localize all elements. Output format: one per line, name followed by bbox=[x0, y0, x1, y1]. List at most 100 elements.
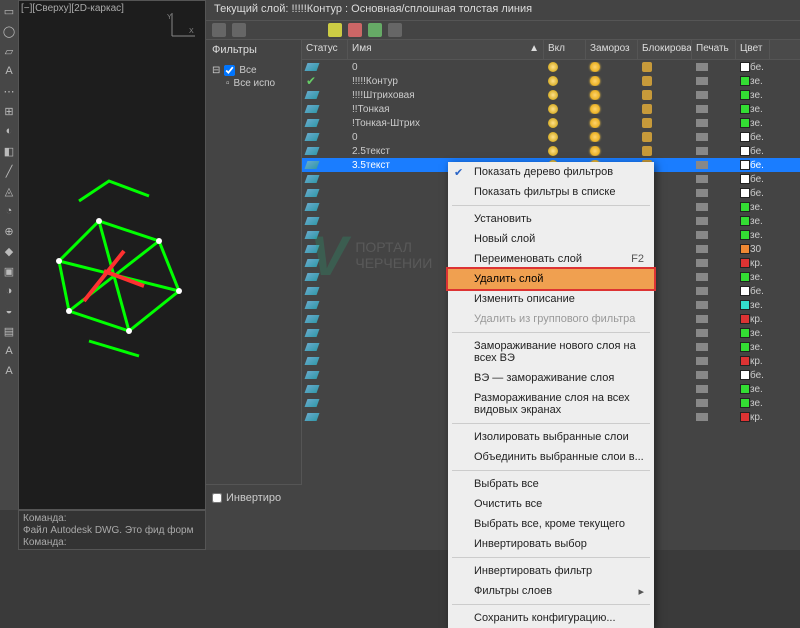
color-swatch[interactable] bbox=[740, 272, 750, 282]
sun-icon[interactable] bbox=[590, 104, 600, 114]
menu-item[interactable]: Изменить описание bbox=[448, 289, 654, 309]
tool-item[interactable]: ⋯ bbox=[2, 84, 16, 98]
color-swatch[interactable] bbox=[740, 412, 750, 422]
sun-icon[interactable] bbox=[590, 132, 600, 142]
table-row[interactable]: 2.5текст бе. bbox=[302, 144, 800, 158]
printer-icon[interactable] bbox=[696, 315, 708, 323]
menu-item[interactable]: Установить bbox=[448, 209, 654, 229]
col-lock[interactable]: Блокирова bbox=[638, 40, 692, 59]
printer-icon[interactable] bbox=[696, 161, 708, 169]
printer-icon[interactable] bbox=[696, 77, 708, 85]
color-swatch[interactable] bbox=[740, 328, 750, 338]
tool-item[interactable]: ◐ bbox=[2, 124, 16, 138]
color-swatch[interactable] bbox=[740, 370, 750, 380]
color-swatch[interactable] bbox=[740, 188, 750, 198]
menu-item[interactable]: Выбрать все bbox=[448, 474, 654, 494]
lock-icon[interactable] bbox=[642, 90, 652, 100]
menu-item[interactable]: Выбрать все, кроме текущего bbox=[448, 514, 654, 534]
tool-item[interactable]: ╱ bbox=[2, 164, 16, 178]
lock-icon[interactable] bbox=[642, 104, 652, 114]
tree-row-used[interactable]: ▫ Все испо bbox=[212, 77, 295, 90]
layer-icon[interactable] bbox=[388, 23, 402, 37]
menu-item[interactable]: ВЭ — замораживание слоя bbox=[448, 368, 654, 388]
menu-item[interactable]: Сохранить конфигурацию... bbox=[448, 608, 654, 628]
table-row[interactable]: !!!!Штриховая зе. bbox=[302, 88, 800, 102]
color-swatch[interactable] bbox=[740, 132, 750, 142]
color-swatch[interactable] bbox=[740, 216, 750, 226]
lock-icon[interactable] bbox=[642, 76, 652, 86]
color-swatch[interactable] bbox=[740, 258, 750, 268]
printer-icon[interactable] bbox=[696, 133, 708, 141]
new-layer-icon[interactable] bbox=[328, 23, 342, 37]
menu-item[interactable]: Объединить выбранные слои в... bbox=[448, 447, 654, 467]
bulb-icon[interactable] bbox=[548, 104, 558, 114]
color-swatch[interactable] bbox=[740, 384, 750, 394]
tool-item[interactable]: A bbox=[2, 364, 16, 378]
color-swatch[interactable] bbox=[740, 90, 750, 100]
color-swatch[interactable] bbox=[740, 230, 750, 240]
viewport[interactable]: [−][Сверху][2D-каркас] YX bbox=[18, 0, 206, 510]
tool-item[interactable]: ⊕ bbox=[2, 224, 16, 238]
tool-item[interactable]: ▱ bbox=[2, 44, 16, 58]
col-color[interactable]: Цвет bbox=[736, 40, 770, 59]
color-swatch[interactable] bbox=[740, 314, 750, 324]
bulb-icon[interactable] bbox=[548, 118, 558, 128]
printer-icon[interactable] bbox=[696, 63, 708, 71]
printer-icon[interactable] bbox=[696, 147, 708, 155]
tool-item[interactable]: ◯ bbox=[2, 24, 16, 38]
color-swatch[interactable] bbox=[740, 104, 750, 114]
lock-icon[interactable] bbox=[642, 118, 652, 128]
tool-item[interactable]: ◑ bbox=[2, 284, 16, 298]
printer-icon[interactable] bbox=[696, 231, 708, 239]
printer-icon[interactable] bbox=[696, 203, 708, 211]
table-row[interactable]: 0 бе. bbox=[302, 60, 800, 74]
menu-item[interactable]: Инвертировать выбор bbox=[448, 534, 654, 554]
menu-item[interactable]: Показать дерево фильтров bbox=[448, 162, 654, 182]
printer-icon[interactable] bbox=[696, 217, 708, 225]
printer-icon[interactable] bbox=[696, 119, 708, 127]
tool-item[interactable]: A bbox=[2, 344, 16, 358]
lock-icon[interactable] bbox=[642, 62, 652, 72]
sun-icon[interactable] bbox=[590, 76, 600, 86]
color-swatch[interactable] bbox=[740, 286, 750, 296]
col-name[interactable]: Имя ▲ bbox=[348, 40, 544, 59]
sun-icon[interactable] bbox=[590, 146, 600, 156]
menu-item[interactable]: Переименовать слойF2 bbox=[448, 249, 654, 269]
color-swatch[interactable] bbox=[740, 160, 750, 170]
tool-item[interactable]: ▤ bbox=[2, 324, 16, 338]
lock-icon[interactable] bbox=[642, 146, 652, 156]
printer-icon[interactable] bbox=[696, 189, 708, 197]
printer-icon[interactable] bbox=[696, 357, 708, 365]
bulb-icon[interactable] bbox=[548, 132, 558, 142]
menu-item[interactable]: Показать фильтры в списке bbox=[448, 182, 654, 202]
printer-icon[interactable] bbox=[696, 287, 708, 295]
layer-icon[interactable] bbox=[368, 23, 382, 37]
sun-icon[interactable] bbox=[590, 90, 600, 100]
color-swatch[interactable] bbox=[740, 76, 750, 86]
printer-icon[interactable] bbox=[696, 343, 708, 351]
filter-tree[interactable]: ⊟ Все ▫ Все испо bbox=[206, 60, 301, 94]
color-swatch[interactable] bbox=[740, 202, 750, 212]
bulb-icon[interactable] bbox=[548, 62, 558, 72]
filter-checkbox[interactable] bbox=[224, 65, 235, 76]
tree-row-all[interactable]: ⊟ Все bbox=[212, 64, 295, 77]
tool-item[interactable]: ◧ bbox=[2, 144, 16, 158]
lock-icon[interactable] bbox=[642, 132, 652, 142]
printer-icon[interactable] bbox=[696, 399, 708, 407]
col-plot[interactable]: Печать bbox=[692, 40, 736, 59]
printer-icon[interactable] bbox=[696, 245, 708, 253]
printer-icon[interactable] bbox=[696, 259, 708, 267]
printer-icon[interactable] bbox=[696, 385, 708, 393]
tool-item[interactable]: ▣ bbox=[2, 264, 16, 278]
invert-checkbox[interactable] bbox=[212, 493, 222, 503]
delete-layer-icon[interactable] bbox=[348, 23, 362, 37]
tool-item[interactable]: A bbox=[2, 64, 16, 78]
tool-item[interactable]: ◒ bbox=[2, 304, 16, 318]
color-swatch[interactable] bbox=[740, 342, 750, 352]
layerstate-icon[interactable] bbox=[232, 23, 246, 37]
menu-item[interactable]: Очистить все bbox=[448, 494, 654, 514]
printer-icon[interactable] bbox=[696, 105, 708, 113]
table-row[interactable]: ✔!!!!!Контур зе. bbox=[302, 74, 800, 88]
color-swatch[interactable] bbox=[740, 146, 750, 156]
printer-icon[interactable] bbox=[696, 301, 708, 309]
